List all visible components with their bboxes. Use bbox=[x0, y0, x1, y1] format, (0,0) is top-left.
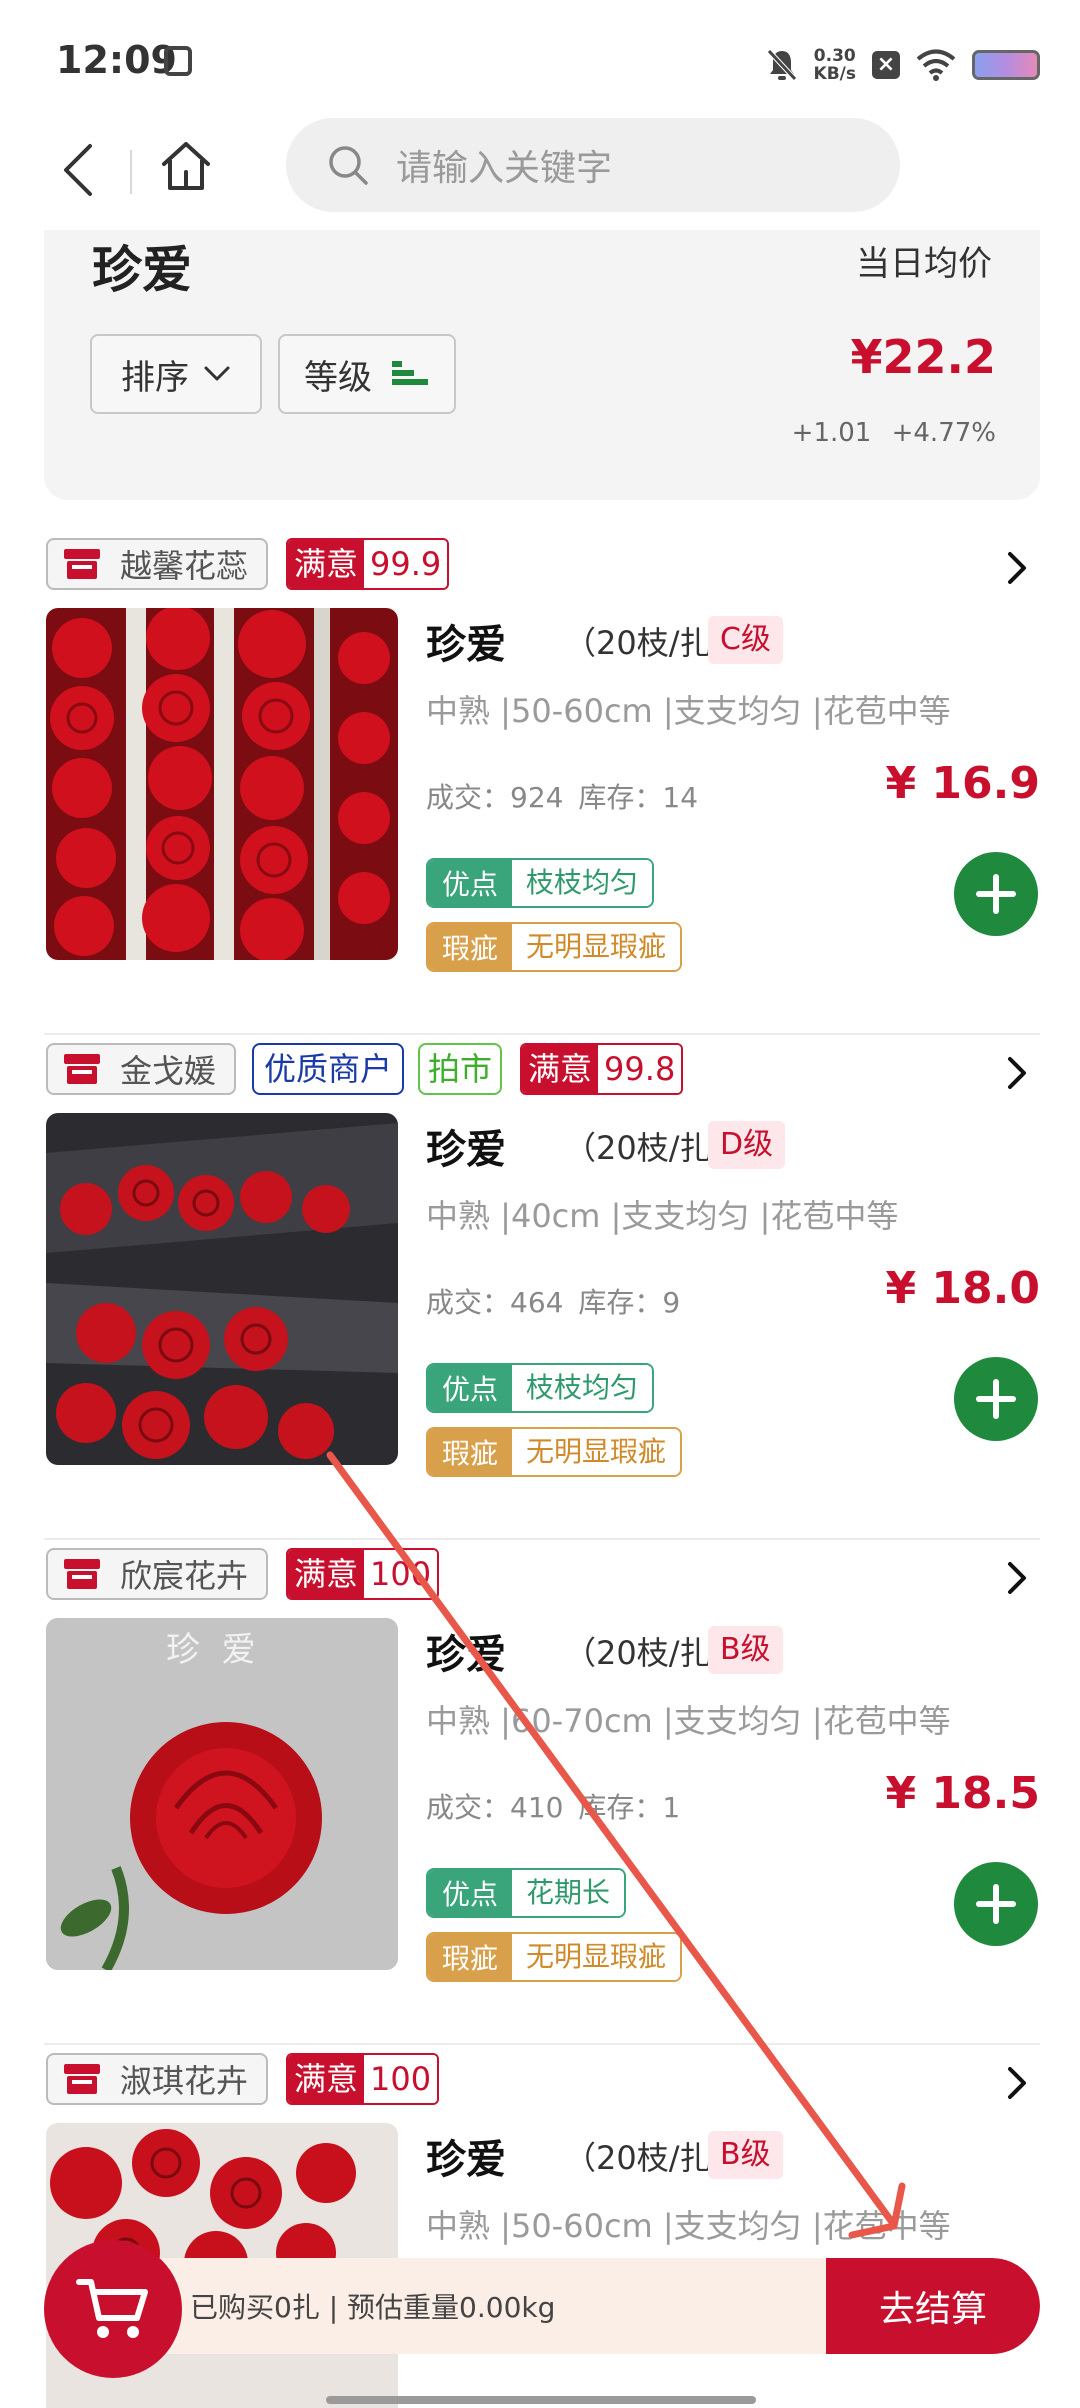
status-bar: 12:09 0.30 KB/s × bbox=[0, 0, 1080, 110]
product-description: 中熟 |40cm |支支均匀 |花苞中等 bbox=[426, 1197, 899, 1235]
back-icon[interactable] bbox=[50, 140, 110, 200]
trade-stats: 成交：410 库存：1 bbox=[426, 1791, 681, 1824]
trade-stats: 成交：924 库存：14 bbox=[426, 781, 699, 814]
shop-tag[interactable]: 淑琪花卉 bbox=[46, 2053, 269, 2105]
product-photo[interactable] bbox=[46, 608, 398, 960]
grade-label: 等级 bbox=[304, 357, 372, 398]
variety-title: 珍爱 bbox=[92, 241, 192, 299]
grade-badge: D级 bbox=[708, 1121, 786, 1169]
sort-label: 排序 bbox=[121, 357, 189, 398]
no-sim-icon: × bbox=[872, 51, 900, 79]
grade-badge: B级 bbox=[708, 1626, 783, 1674]
battery-icon bbox=[972, 50, 1040, 80]
cart-button[interactable] bbox=[44, 2240, 182, 2378]
satisfaction-badge: 满意 100 bbox=[286, 1548, 440, 1600]
product-photo[interactable] bbox=[46, 1113, 398, 1465]
shop-tag[interactable]: 欣宸花卉 bbox=[46, 1548, 269, 1600]
add-to-cart-button[interactable] bbox=[954, 1862, 1038, 1946]
notification-icon bbox=[164, 46, 192, 76]
grade-badge: B级 bbox=[708, 2131, 783, 2179]
advantage-tag: 优点 枝枝均匀 bbox=[426, 1363, 655, 1413]
satisfaction-badge: 满意 99.9 bbox=[286, 538, 450, 590]
add-to-cart-button[interactable] bbox=[954, 1357, 1038, 1441]
cart-summary-text: 已购买0扎 | 预估重量0.00kg bbox=[190, 2291, 556, 2324]
shop-icon bbox=[64, 1559, 100, 1589]
chevron-right-icon[interactable] bbox=[1002, 2065, 1032, 2101]
product-item[interactable]: 欣宸花卉 满意 100 珍 爱 珍爱 （20枝/扎） B级 中熟 |60-70c… bbox=[44, 1540, 1040, 2045]
product-price: ¥ 18.5 bbox=[885, 1768, 1041, 1819]
bar-levels-icon bbox=[392, 361, 428, 385]
home-icon[interactable] bbox=[156, 136, 216, 196]
grade-badge: C级 bbox=[708, 616, 783, 664]
product-description: 中熟 |50-60cm |支支均匀 |花苞中等 bbox=[426, 2207, 951, 2245]
chevron-down-icon bbox=[204, 366, 230, 381]
search-input[interactable]: 请输入关键字 bbox=[286, 118, 900, 212]
advantage-tag: 优点 枝枝均匀 bbox=[426, 858, 655, 908]
product-price: ¥ 16.9 bbox=[885, 758, 1041, 809]
shop-icon bbox=[64, 1054, 100, 1084]
defect-tag: 瑕疵 无明显瑕疵 bbox=[426, 1427, 683, 1477]
add-to-cart-button[interactable] bbox=[954, 852, 1038, 936]
photo-caption: 珍 爱 bbox=[166, 1630, 256, 1670]
advantage-tag: 优点 花期长 bbox=[426, 1868, 627, 1918]
nav-divider bbox=[130, 150, 132, 194]
average-price: ¥22.2 bbox=[850, 330, 996, 384]
shop-icon bbox=[64, 2064, 100, 2094]
network-speed: 0.30 KB/s bbox=[813, 46, 856, 84]
sort-dropdown[interactable]: 排序 bbox=[90, 334, 262, 414]
product-price: ¥ 18.0 bbox=[885, 1263, 1041, 1314]
product-name: 珍爱 bbox=[426, 2137, 506, 2183]
gesture-bar bbox=[326, 2396, 756, 2404]
product-item[interactable]: 金戈媛 优质商户 拍市 满意 99.8 珍爱 （20枝/扎） D级 中熟 |40… bbox=[44, 1035, 1040, 1540]
shop-name: 淑琪花卉 bbox=[120, 2062, 249, 2100]
shop-name: 金戈媛 bbox=[120, 1052, 217, 1090]
price-summary-card: 珍爱 当日均价 排序 等级 ¥22.2 +1.01 +4.77% bbox=[44, 230, 1040, 500]
shop-tag[interactable]: 越馨花蕊 bbox=[46, 538, 269, 590]
grade-filter-button[interactable]: 等级 bbox=[278, 334, 456, 414]
shop-icon bbox=[64, 549, 100, 579]
shop-name: 欣宸花卉 bbox=[120, 1557, 249, 1595]
product-photo[interactable]: 珍 爱 bbox=[46, 1618, 398, 1970]
satisfaction-badge: 满意 99.8 bbox=[520, 1043, 684, 1095]
daily-average-label: 当日均价 bbox=[856, 244, 992, 284]
cart-icon bbox=[76, 2279, 148, 2338]
price-change: +1.01 +4.77% bbox=[791, 418, 996, 448]
search-icon bbox=[329, 146, 368, 185]
product-description: 中熟 |60-70cm |支支均匀 |花苞中等 bbox=[426, 1702, 951, 1740]
chevron-right-icon[interactable] bbox=[1002, 1055, 1032, 1091]
product-description: 中熟 |50-60cm |支支均匀 |花苞中等 bbox=[426, 692, 951, 730]
product-name: 珍爱 bbox=[426, 1127, 506, 1173]
status-time: 12:09 bbox=[56, 38, 177, 82]
product-name: 珍爱 bbox=[426, 622, 506, 668]
shop-name: 越馨花蕊 bbox=[120, 547, 249, 585]
chevron-right-icon[interactable] bbox=[1002, 1560, 1032, 1596]
checkout-button[interactable]: 去结算 bbox=[826, 2258, 1040, 2354]
auction-market-badge: 拍市 bbox=[418, 1043, 503, 1095]
defect-tag: 瑕疵 无明显瑕疵 bbox=[426, 922, 683, 972]
trade-stats: 成交：464 库存：9 bbox=[426, 1286, 681, 1319]
chevron-right-icon[interactable] bbox=[1002, 550, 1032, 586]
product-name: 珍爱 bbox=[426, 1632, 506, 1678]
quality-merchant-badge: 优质商户 bbox=[252, 1043, 405, 1095]
shop-tag[interactable]: 金戈媛 bbox=[46, 1043, 237, 1095]
wifi-icon bbox=[916, 49, 956, 81]
top-nav: 请输入关键字 bbox=[0, 110, 1080, 230]
satisfaction-badge: 满意 100 bbox=[286, 2053, 440, 2105]
cart-summary-bar: 已购买0扎 | 预估重量0.00kg 去结算 bbox=[44, 2258, 1040, 2354]
bell-muted-icon bbox=[766, 49, 797, 81]
product-item[interactable]: 越馨花蕊 满意 99.9 珍爱 （20枝/扎） C级 中熟 |50-60cm |… bbox=[44, 530, 1040, 1035]
search-placeholder: 请输入关键字 bbox=[396, 148, 613, 189]
defect-tag: 瑕疵 无明显瑕疵 bbox=[426, 1932, 683, 1982]
